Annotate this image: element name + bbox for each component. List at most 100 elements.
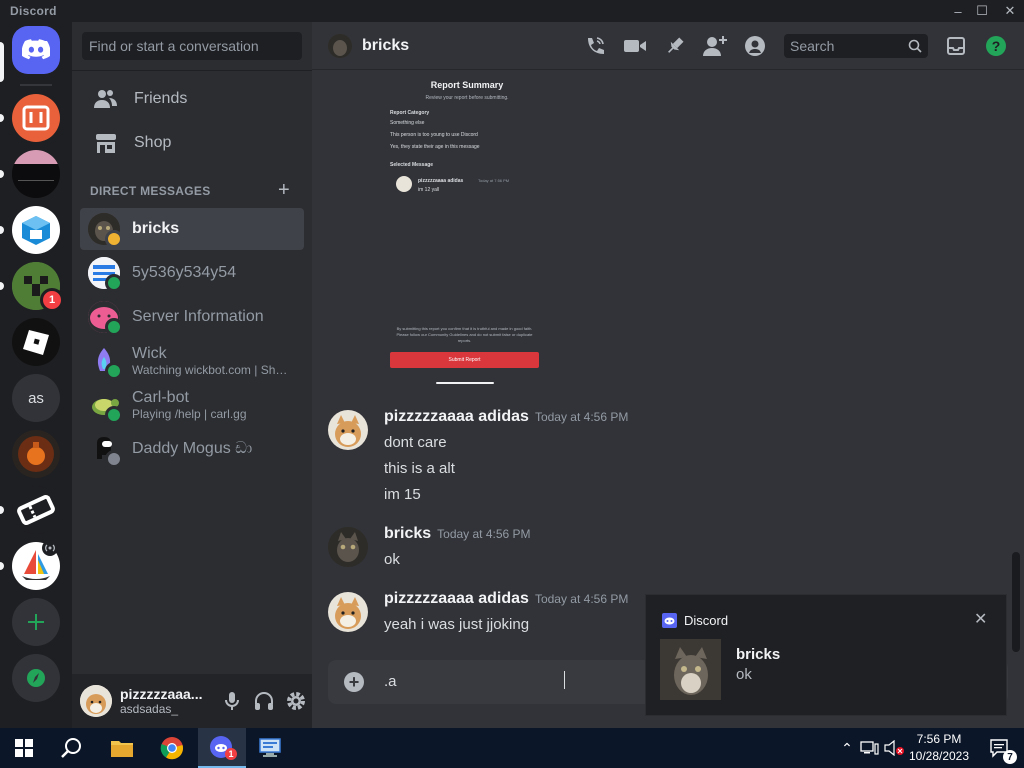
- avatar[interactable]: [328, 527, 368, 567]
- voice-call-button[interactable]: [583, 34, 607, 58]
- toast-avatar: [660, 639, 721, 700]
- channel-title: bricks: [362, 36, 410, 54]
- dm-name: 5y536y534y54: [132, 264, 237, 281]
- dm-name: Server Information: [132, 308, 264, 325]
- toast-close-button[interactable]: ✕: [974, 609, 987, 629]
- inbox-icon: [947, 37, 965, 55]
- avatar: [88, 301, 123, 336]
- server-icon[interactable]: [12, 94, 60, 142]
- dm-section-header: DIRECT MESSAGES: [90, 184, 211, 198]
- message-author[interactable]: pizzzzzaaaa adidas: [384, 590, 529, 607]
- message-timestamp: Today at 4:56 PM: [534, 410, 629, 424]
- upload-plus-button[interactable]: +: [344, 672, 364, 692]
- avatar[interactable]: [328, 410, 368, 450]
- selected-time: Today at 7:56 PM: [478, 178, 510, 183]
- explore-servers-button[interactable]: [12, 654, 60, 702]
- report-screenshot-attachment[interactable]: Report Summary Review your report before…: [382, 70, 552, 390]
- maximize-button[interactable]: ☐: [968, 0, 996, 22]
- network-app-button[interactable]: [246, 728, 294, 768]
- server-icon[interactable]: [12, 430, 60, 478]
- unread-pill: [0, 506, 4, 514]
- message-text: ok: [384, 551, 400, 568]
- report-title: Report Summary: [430, 80, 504, 90]
- add-server-button[interactable]: [12, 598, 60, 646]
- chevron-up-icon[interactable]: ⌃: [836, 740, 858, 757]
- home-button[interactable]: [12, 26, 60, 74]
- roblox-icon: [23, 330, 49, 355]
- dm-item-wick[interactable]: Wick Watching wickbot.com | Shar...: [80, 340, 304, 382]
- nav-shop[interactable]: Shop: [80, 122, 304, 164]
- unread-pill: [0, 562, 4, 570]
- server-icon[interactable]: [12, 486, 60, 534]
- folder-icon: [111, 741, 133, 757]
- dm-item-bricks[interactable]: bricks: [80, 208, 304, 250]
- search-input[interactable]: Search: [784, 34, 928, 58]
- report-footer: By submitting this report you confirm th…: [396, 326, 533, 343]
- submit-report-button: Submit Report: [390, 352, 539, 368]
- text-cursor-icon: [564, 671, 565, 689]
- start-button[interactable]: [0, 728, 48, 768]
- shop-icon: [90, 127, 122, 159]
- server-as[interactable]: as: [12, 374, 60, 422]
- avatar[interactable]: [328, 592, 368, 632]
- dm-item-carl-bot[interactable]: Carl-bot Playing /help | carl.gg: [80, 384, 304, 426]
- system-tray: ⌃: [836, 728, 906, 768]
- mute-button[interactable]: [216, 685, 248, 717]
- pin-icon: [668, 37, 684, 53]
- dm-name: Daddy Mogus ඩා: [132, 440, 253, 457]
- create-dm-button[interactable]: +: [278, 179, 290, 202]
- message-author[interactable]: bricks: [384, 525, 431, 542]
- user-avatar[interactable]: [80, 685, 112, 717]
- title-bar: Discord – ☐ ✕: [0, 0, 1024, 22]
- network-icon[interactable]: [860, 740, 880, 756]
- toast-title: bricks: [736, 646, 781, 663]
- close-window-button[interactable]: ✕: [996, 0, 1024, 22]
- taskbar-search-button[interactable]: [48, 728, 96, 768]
- selected-message-label: Selected Message: [390, 162, 434, 168]
- taskbar-clock[interactable]: 7:56 PM 10/28/2023: [900, 731, 978, 765]
- user-profile-button[interactable]: [743, 34, 767, 58]
- dm-item-daddy-mogus[interactable]: Daddy Mogus ඩා: [80, 428, 304, 470]
- pinned-messages-button[interactable]: [663, 34, 687, 58]
- chrome-button[interactable]: [148, 728, 196, 768]
- search-icon: [908, 39, 922, 53]
- chat-scrollbar[interactable]: [1012, 82, 1020, 652]
- nav-label: Shop: [134, 134, 172, 151]
- notification-toast[interactable]: Discord ✕ bricks ok: [645, 594, 1007, 716]
- message-timestamp: Today at 4:56 PM: [437, 527, 531, 541]
- dm-item-5y536y534y54[interactable]: 5y536y534y54: [80, 252, 304, 294]
- dm-status: Watching wickbot.com | Shar...: [132, 363, 292, 377]
- report-category-label: Report Category: [390, 110, 430, 116]
- ticket-icon: [17, 494, 55, 526]
- find-conversation-input[interactable]: Find or start a conversation: [82, 32, 302, 60]
- dm-item-server-information[interactable]: Server Information: [80, 296, 304, 338]
- add-user-icon: [703, 36, 727, 56]
- idle-status-icon: [105, 230, 123, 248]
- server-icon[interactable]: [12, 150, 60, 198]
- deafen-button[interactable]: [248, 685, 280, 717]
- mention-badge: 1: [40, 288, 64, 312]
- add-friends-to-dm-button[interactable]: [703, 34, 727, 58]
- report-item: Something else: [390, 120, 425, 126]
- inbox-button[interactable]: [944, 34, 968, 58]
- nav-label: Friends: [134, 90, 188, 107]
- scrollbar-thumb[interactable]: [1012, 552, 1020, 652]
- server-icon[interactable]: [12, 206, 60, 254]
- nav-friends[interactable]: Friends: [80, 78, 304, 120]
- help-button[interactable]: ?: [984, 34, 1008, 58]
- discord-taskbar-button[interactable]: 1: [198, 728, 246, 768]
- user-settings-button[interactable]: [280, 685, 312, 717]
- divider: [72, 70, 312, 71]
- selected-text: im 12 yall: [418, 187, 440, 193]
- message-author[interactable]: pizzzzzaaaa adidas: [384, 408, 529, 425]
- action-center-button[interactable]: 7: [976, 728, 1024, 768]
- windows-taskbar: 1 ⌃ 7:56 PM 10/28/2023 7: [0, 728, 1024, 768]
- online-status-icon: [105, 362, 123, 380]
- compass-icon: [27, 669, 45, 687]
- windows-logo-icon: [15, 739, 33, 757]
- broadcast-icon: [42, 540, 58, 556]
- server-icon[interactable]: [12, 318, 60, 366]
- video-call-button[interactable]: [623, 34, 647, 58]
- file-explorer-button[interactable]: [98, 728, 146, 768]
- message-input-value[interactable]: .a: [384, 673, 397, 690]
